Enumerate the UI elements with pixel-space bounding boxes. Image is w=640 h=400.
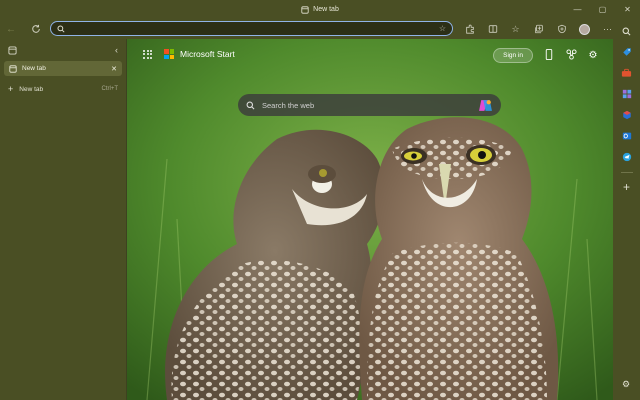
tab-actions-icon[interactable] bbox=[8, 45, 17, 55]
copilot-icon[interactable] bbox=[478, 99, 493, 112]
web-search-box[interactable] bbox=[238, 94, 501, 116]
extensions-icon[interactable] bbox=[458, 19, 481, 39]
new-tab-label: New tab bbox=[19, 85, 44, 93]
refresh-icon bbox=[32, 24, 40, 33]
vertical-tabs-header: ‹ bbox=[0, 39, 126, 61]
shopping-tag-icon[interactable] bbox=[618, 43, 636, 61]
tab-page-icon bbox=[9, 64, 17, 73]
browser-essentials-icon[interactable] bbox=[550, 19, 573, 39]
title-bar: New tab — ▢ ✕ bbox=[0, 0, 640, 19]
tab-item-new-tab[interactable]: New tab ✕ bbox=[4, 61, 122, 76]
new-tab-button[interactable]: + New tab Ctrl+T bbox=[4, 82, 122, 96]
maximize-button[interactable]: ▢ bbox=[590, 0, 615, 19]
page-header-actions: Sign in ⚙ bbox=[493, 48, 599, 63]
apps-launcher-icon[interactable] bbox=[143, 49, 152, 59]
profile-avatar[interactable] bbox=[573, 19, 596, 39]
tab-page-icon bbox=[301, 5, 309, 14]
address-bar[interactable]: ☆ bbox=[50, 21, 453, 36]
vertical-tabs-pane: ‹ New tab ✕ + New tab Ctrl+T bbox=[0, 39, 127, 400]
new-tab-shortcut: Ctrl+T bbox=[101, 86, 119, 92]
minimize-button[interactable]: — bbox=[565, 0, 590, 19]
add-icon[interactable]: + bbox=[618, 178, 636, 196]
mobile-app-icon[interactable] bbox=[543, 48, 555, 63]
microsoft-365-icon[interactable] bbox=[618, 106, 636, 124]
web-search-input[interactable] bbox=[262, 100, 471, 110]
toolbar: ← ☆ ☆ ··· bbox=[0, 19, 640, 39]
back-button[interactable]: ← bbox=[0, 19, 22, 39]
brand-name[interactable]: Microsoft Start bbox=[180, 49, 235, 59]
favorite-star-icon[interactable]: ☆ bbox=[439, 24, 446, 33]
collapse-pane-icon[interactable]: ‹ bbox=[115, 45, 118, 55]
telegram-icon[interactable] bbox=[618, 148, 636, 166]
favorites-icon[interactable]: ☆ bbox=[504, 19, 527, 39]
ms-start-header: Microsoft Start bbox=[143, 49, 235, 59]
sidebar-divider bbox=[620, 172, 633, 173]
address-input[interactable] bbox=[70, 25, 439, 32]
sidebar-search-icon[interactable] bbox=[618, 22, 636, 40]
page-settings-icon[interactable]: ⚙ bbox=[587, 50, 599, 61]
sign-in-button[interactable]: Sign in bbox=[493, 48, 533, 63]
tools-icon[interactable] bbox=[618, 64, 636, 82]
refresh-button[interactable] bbox=[25, 19, 47, 39]
search-icon bbox=[246, 101, 255, 109]
games-icon[interactable] bbox=[618, 85, 636, 103]
plus-icon: + bbox=[8, 84, 14, 94]
new-tab-page: Microsoft Start Sign in ⚙ bbox=[127, 39, 613, 400]
window-controls: — ▢ ✕ bbox=[565, 0, 640, 19]
outlook-icon[interactable] bbox=[618, 127, 636, 145]
tab-label: New tab bbox=[22, 65, 46, 72]
split-screen-icon[interactable] bbox=[481, 19, 504, 39]
microsoft-logo-icon bbox=[164, 49, 174, 59]
sidebar-settings-icon[interactable]: ⚙ bbox=[617, 375, 635, 393]
search-icon bbox=[57, 24, 65, 33]
window-title: New tab bbox=[301, 5, 339, 14]
window-title-text: New tab bbox=[313, 6, 339, 13]
close-window-button[interactable]: ✕ bbox=[615, 0, 640, 19]
edge-sidebar: + ⚙ bbox=[613, 19, 640, 400]
collections-icon[interactable] bbox=[527, 19, 550, 39]
rewards-icon[interactable] bbox=[565, 48, 577, 63]
close-tab-icon[interactable]: ✕ bbox=[111, 65, 117, 73]
